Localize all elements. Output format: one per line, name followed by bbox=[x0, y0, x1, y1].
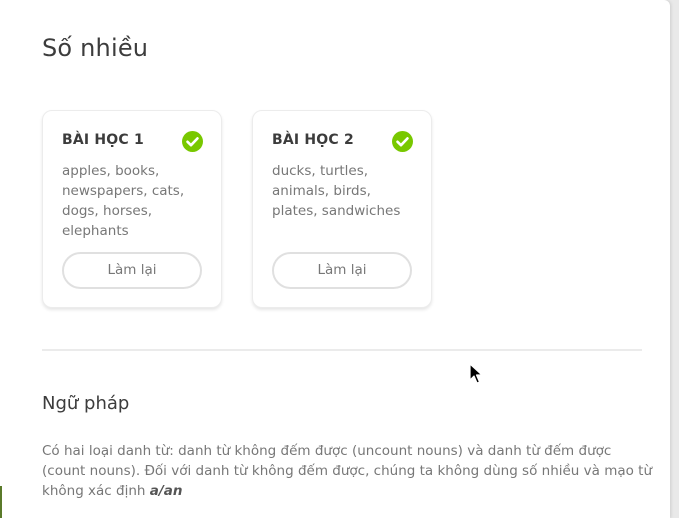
lesson-words: ducks, turtles, animals, birds, plates, … bbox=[272, 163, 401, 219]
lesson-words: apples, books, newspapers, cats, dogs, h… bbox=[62, 163, 185, 239]
course-panel: Số nhiều BÀI HỌC 1 apples, books, newspa… bbox=[0, 0, 670, 518]
lesson-card-2[interactable]: BÀI HỌC 2 ducks, turtles, animals, birds… bbox=[252, 110, 432, 308]
edge-strip bbox=[0, 486, 2, 518]
lesson-card-1[interactable]: BÀI HỌC 1 apples, books, newspapers, cat… bbox=[42, 110, 222, 308]
redo-button[interactable]: Làm lại bbox=[272, 252, 412, 289]
grammar-body: Có hai loại danh từ: danh từ không đếm đ… bbox=[42, 443, 653, 499]
lesson-title: BÀI HỌC 2 bbox=[272, 132, 354, 148]
redo-button[interactable]: Làm lại bbox=[62, 252, 202, 289]
section-divider bbox=[42, 349, 642, 351]
grammar-emphasis: a/an bbox=[149, 483, 183, 499]
check-circle-icon bbox=[392, 131, 413, 152]
check-circle-icon bbox=[182, 131, 203, 152]
mouse-pointer-icon bbox=[469, 363, 483, 385]
grammar-text: Có hai loại danh từ: danh từ không đếm đ… bbox=[42, 441, 657, 501]
page-title: Số nhiều bbox=[42, 34, 149, 62]
lesson-title: BÀI HỌC 1 bbox=[62, 132, 144, 148]
grammar-title: Ngữ pháp bbox=[42, 393, 130, 414]
